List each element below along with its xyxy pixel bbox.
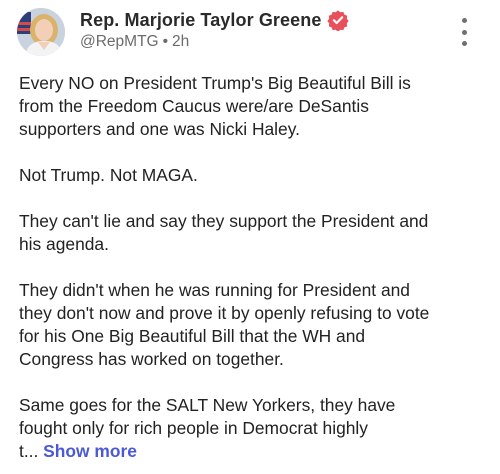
post-body: Every NO on President Trump's Big Beauti…: [19, 72, 489, 463]
show-more-link[interactable]: Show more: [43, 441, 137, 461]
author-display-name[interactable]: Rep. Marjorie Taylor Greene: [80, 10, 321, 31]
author-name-row: Rep. Marjorie Taylor Greene: [80, 9, 350, 32]
post-paragraph: They didn't when he was running for Pres…: [19, 280, 430, 369]
truncated-tail: t...: [19, 441, 39, 461]
post-paragraph: Not Trump. Not MAGA.: [19, 165, 198, 185]
more-vertical-icon[interactable]: [452, 18, 476, 46]
post-paragraph: Every NO on President Trump's Big Beauti…: [19, 73, 411, 139]
post-card: Rep. Marjorie Taylor Greene @RepMTG • 2h E…: [0, 0, 500, 474]
meta-separator: •: [162, 33, 169, 50]
verified-badge-icon: [327, 9, 350, 32]
avatar-image: [17, 8, 65, 56]
author-meta: @RepMTG • 2h: [80, 33, 189, 51]
author-handle[interactable]: @RepMTG: [80, 33, 159, 50]
truncated-paragraph-text: Same goes for the SALT New Yorkers, they…: [19, 395, 396, 438]
post-paragraph-truncated: Same goes for the SALT New Yorkers, they…: [19, 394, 489, 463]
post-timestamp[interactable]: 2h: [172, 33, 189, 50]
post-paragraph: They can't lie and say they support the …: [19, 211, 429, 254]
author-avatar[interactable]: [17, 8, 65, 56]
